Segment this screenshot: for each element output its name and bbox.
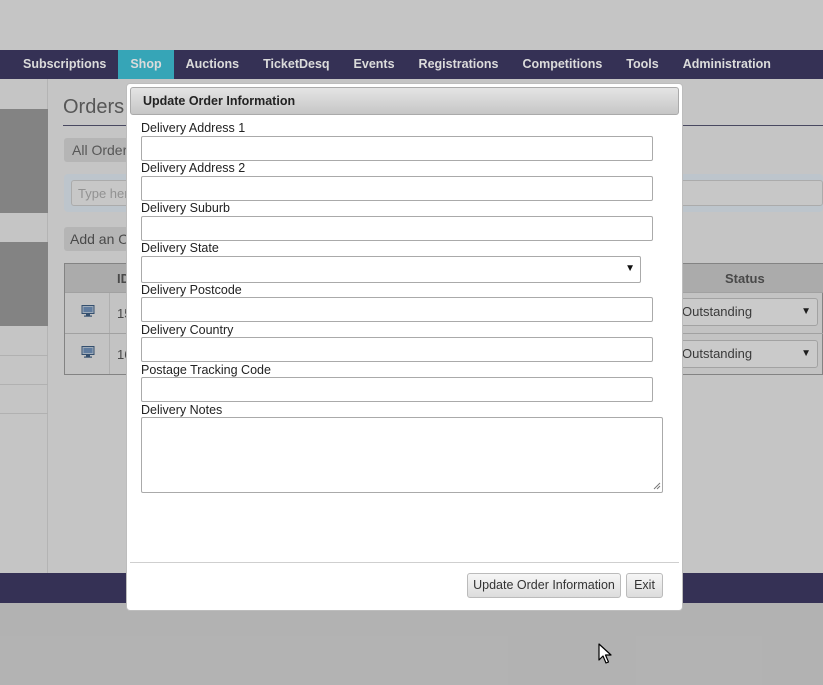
delivery-address-2-label: Delivery Address 2 <box>141 161 246 175</box>
delivery-suburb-label: Delivery Suburb <box>141 201 230 215</box>
delivery-state-select[interactable]: ▼ <box>141 256 641 283</box>
mouse-pointer-icon <box>598 643 612 664</box>
delivery-postcode-input[interactable] <box>141 297 653 322</box>
delivery-address-1-input[interactable] <box>141 136 653 161</box>
delivery-postcode-label: Delivery Postcode <box>141 283 242 297</box>
update-order-button[interactable]: Update Order Information <box>467 573 621 598</box>
postage-tracking-code-input[interactable] <box>141 377 653 402</box>
dialog-header[interactable]: Update Order Information <box>130 87 679 115</box>
dialog-title: Update Order Information <box>143 94 296 108</box>
resize-grip-icon[interactable] <box>653 482 661 490</box>
delivery-address-1-label: Delivery Address 1 <box>141 121 246 135</box>
delivery-notes-label: Delivery Notes <box>141 403 223 417</box>
exit-button[interactable]: Exit <box>626 573 663 598</box>
delivery-address-2-input[interactable] <box>141 176 653 201</box>
update-order-dialog: Update Order Information Delivery Addres… <box>126 83 683 611</box>
dialog-footer-divider <box>130 562 679 563</box>
delivery-state-label: Delivery State <box>141 241 219 255</box>
postage-tracking-code-label: Postage Tracking Code <box>141 363 271 377</box>
delivery-country-input[interactable] <box>141 337 653 362</box>
delivery-country-label: Delivery Country <box>141 323 234 337</box>
delivery-suburb-input[interactable] <box>141 216 653 241</box>
caret-down-icon: ▼ <box>625 263 635 274</box>
delivery-notes-textarea[interactable] <box>141 417 663 493</box>
